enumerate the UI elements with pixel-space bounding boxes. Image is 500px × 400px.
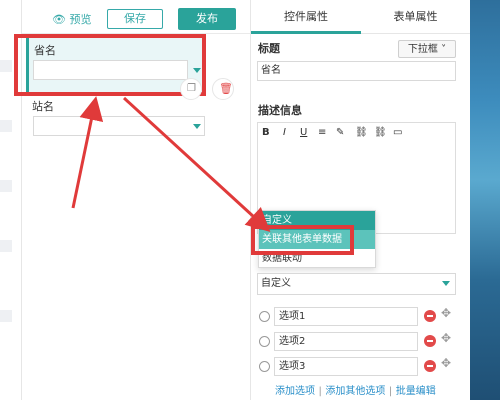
arrow-up <box>71 96 104 209</box>
annotation-arrows <box>71 96 271 233</box>
arrow-diagonal <box>122 96 271 233</box>
